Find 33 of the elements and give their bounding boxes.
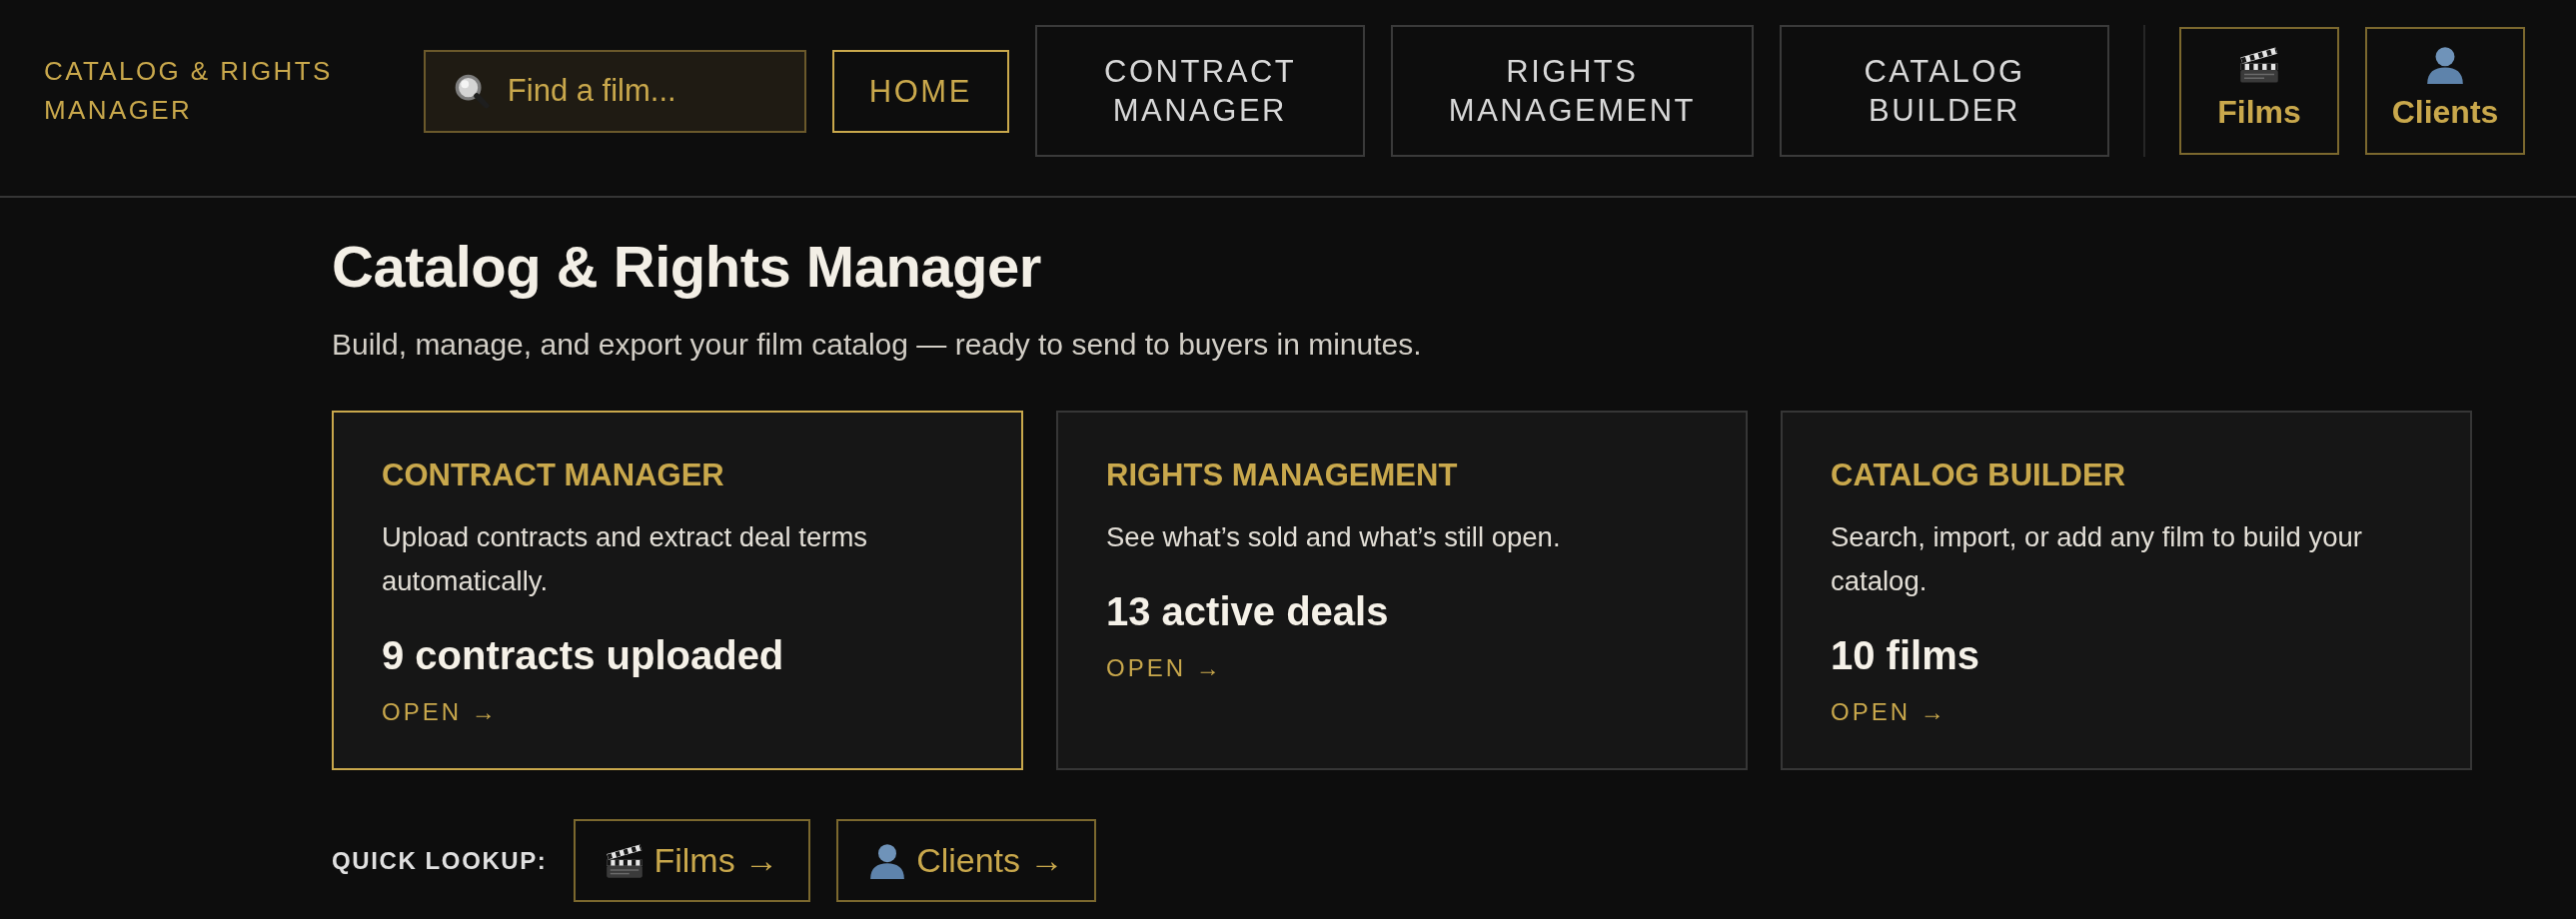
- shortcut-button[interactable]: Films: [2179, 27, 2339, 155]
- card-stat: 10 films: [1831, 632, 1980, 679]
- person-silhouette-icon: [868, 842, 907, 879]
- open-link[interactable]: OPEN →: [1831, 697, 1947, 727]
- card-description: See what’s sold and what’s still open.: [1106, 520, 1562, 554]
- module-card[interactable]: CATALOG BUILDER Search, import, or add any film to build your catalog. 10 films OPEN →: [1781, 411, 2472, 770]
- nav-link[interactable]: CONTRACT MANAGER: [1034, 25, 1365, 157]
- brand-title: CATALOG & RIGHTS MANAGER: [44, 55, 334, 127]
- nav-link[interactable]: CATALOG BUILDER: [1780, 25, 2109, 157]
- card-title: RIGHTS MANAGEMENT: [1106, 457, 1459, 494]
- quick-lookup-button[interactable]: Clients →: [836, 819, 1096, 902]
- nav-link[interactable]: HOME: [831, 49, 1009, 133]
- search-icon: [453, 72, 490, 109]
- quick-lookup-button[interactable]: Films →: [574, 819, 811, 902]
- card-stat: 9 contracts uploaded: [382, 632, 785, 679]
- person-silhouette-icon: [2425, 46, 2465, 84]
- quick-lookup-label: QUICK LOOKUP:: [332, 846, 548, 875]
- open-link[interactable]: OPEN →: [1106, 653, 1223, 683]
- module-card[interactable]: CONTRACT MANAGER Upload contracts and extract deal terms automatically. 9 contracts uploaded OPEN →: [332, 411, 1023, 770]
- open-link[interactable]: OPEN →: [382, 697, 499, 727]
- nav-link[interactable]: RIGHTS MANAGEMENT: [1390, 25, 1754, 157]
- card-title: CONTRACT MANAGER: [382, 457, 725, 494]
- page-subtitle: Build, manage, and export your film catalog — ready to send to buyers in minutes.: [332, 327, 1423, 363]
- module-card[interactable]: RIGHTS MANAGEMENT See what’s sold and what’s still open. 13 active deals OPEN →: [1056, 411, 1748, 770]
- card-title: CATALOG BUILDER: [1831, 457, 2127, 494]
- clapperboard-icon: [2239, 46, 2279, 84]
- clapperboard-icon: [606, 842, 644, 879]
- card-description: Upload contracts and extract deal terms automatically.: [382, 520, 869, 598]
- card-description: Search, import, or add any film to build your catalog.: [1831, 520, 2363, 598]
- shortcut-button[interactable]: Clients: [2365, 27, 2525, 155]
- card-stat: 13 active deals: [1106, 588, 1390, 635]
- search-field[interactable]: Find a film...: [423, 49, 806, 133]
- page-title: Catalog & Rights Manager: [332, 233, 1042, 301]
